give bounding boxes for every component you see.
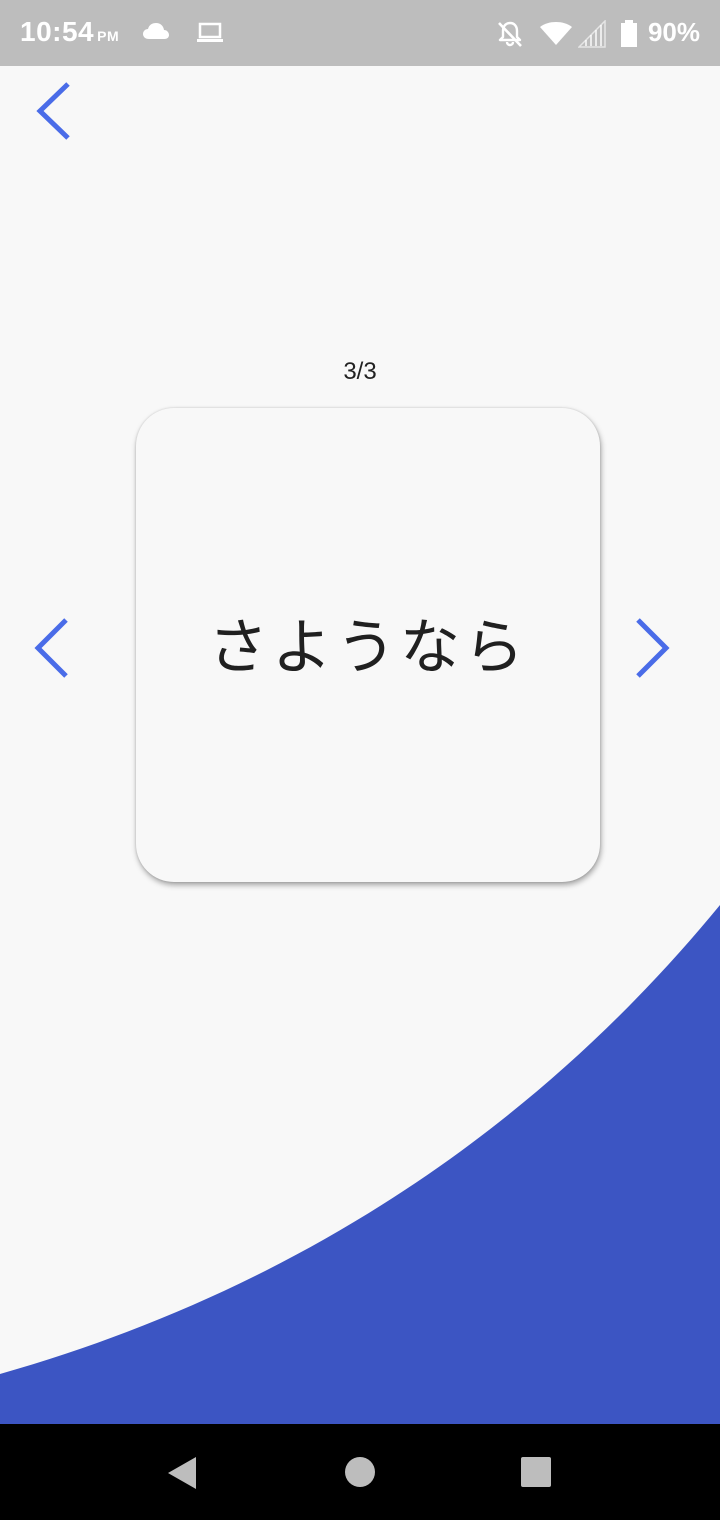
system-navigation-bar: [0, 1424, 720, 1520]
chevron-left-icon: [36, 82, 70, 140]
status-time: 10:54 PM: [20, 16, 120, 47]
previous-card-button[interactable]: [26, 614, 82, 684]
notifications-off-icon: [496, 20, 524, 52]
status-ampm: PM: [97, 28, 120, 44]
home-circle-icon[interactable]: [344, 1456, 376, 1492]
recents-square-icon[interactable]: [520, 1456, 552, 1492]
flashcard-word: さようなら: [208, 612, 528, 683]
status-bar: 10:54 PM 90%: [0, 0, 720, 66]
cloud-icon: [143, 22, 169, 44]
flashcard[interactable]: さようなら: [136, 408, 600, 882]
chevron-left-icon: [34, 618, 68, 678]
next-card-button[interactable]: [624, 614, 680, 684]
back-triangle-icon[interactable]: [166, 1456, 198, 1494]
battery-icon: [620, 20, 638, 52]
laptop-icon: [196, 22, 224, 48]
signal-icon: [577, 19, 606, 52]
card-counter: 3/3: [343, 358, 377, 385]
battery-percentage: 90%: [647, 17, 700, 47]
wifi-icon: [540, 22, 572, 50]
flashcard-screen: 10:54 PM 90% 3/3 さようなら: [0, 0, 720, 1520]
chevron-right-icon: [636, 618, 670, 678]
back-button[interactable]: [26, 78, 82, 144]
